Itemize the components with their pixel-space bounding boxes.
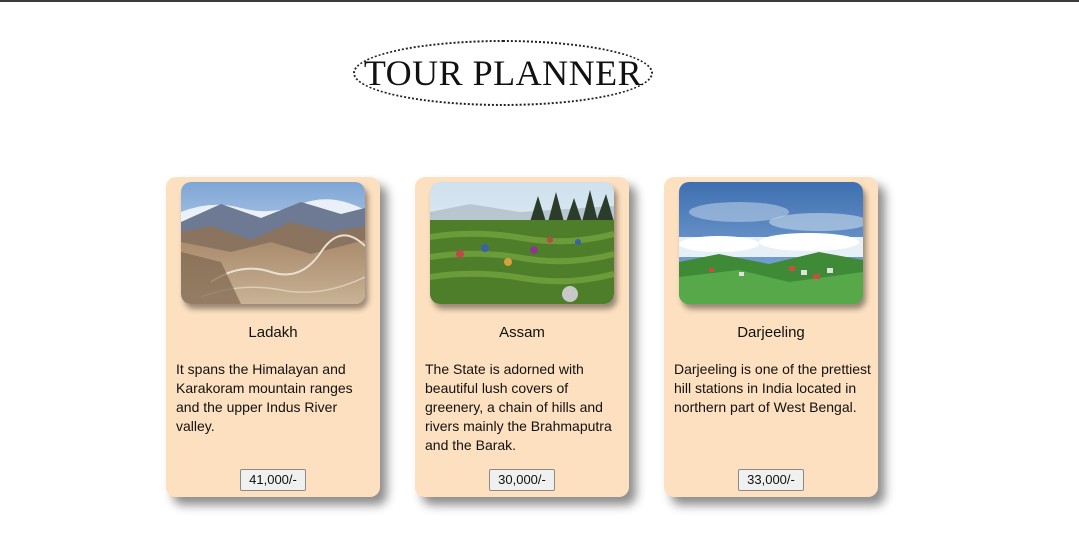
- destination-description: Darjeeling is one of the prettiest hill …: [674, 361, 871, 415]
- tour-card-darjeeling: Darjeeling Darjeeling is one of the pret…: [664, 177, 878, 497]
- page-title: TOUR PLANNER: [363, 53, 643, 93]
- destination-name: Darjeeling: [737, 324, 805, 341]
- price-button[interactable]: 33,000/-: [738, 469, 804, 491]
- destination-name: Assam: [499, 324, 545, 341]
- ladakh-image: [181, 182, 365, 304]
- price-button[interactable]: 30,000/-: [489, 469, 555, 491]
- title-badge: TOUR PLANNER: [353, 40, 653, 106]
- top-border: [0, 0, 1079, 2]
- destination-name: Ladakh: [248, 324, 298, 341]
- darjeeling-image: [679, 182, 863, 304]
- tour-card-ladakh: Ladakh It spans the Himalayan and Karako…: [166, 177, 380, 497]
- tour-card-assam: Assam The State is adorned with beautifu…: [415, 177, 629, 497]
- destination-description: The State is adorned with beautiful lush…: [425, 361, 612, 453]
- destination-description: It spans the Himalayan and Karakoram mou…: [176, 361, 353, 434]
- price-button[interactable]: 41,000/-: [240, 469, 306, 491]
- assam-image: [430, 182, 614, 304]
